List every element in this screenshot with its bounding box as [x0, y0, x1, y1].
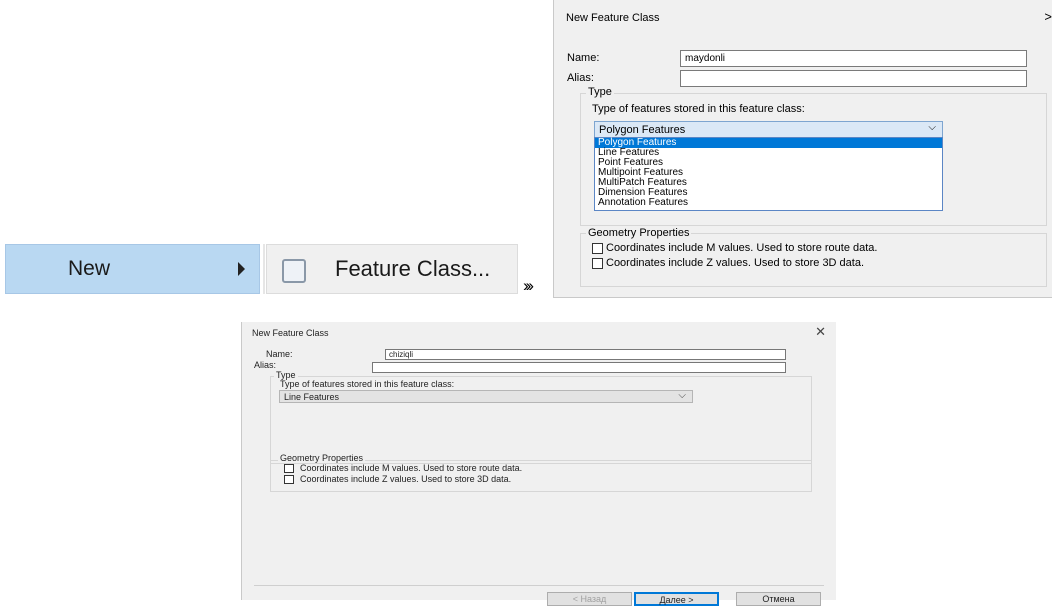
new-feature-class-dialog: New Feature Class > Name: maydonli Alias…: [553, 0, 1052, 298]
footer-divider: [254, 585, 824, 586]
feature-type-select-value: Line Features: [284, 392, 340, 402]
dialog-title: New Feature Class: [566, 12, 660, 24]
m-values-checkbox[interactable]: [592, 243, 603, 254]
arrow-chevrons: ›››: [523, 276, 534, 295]
name-input[interactable]: chiziqli: [385, 349, 786, 360]
type-prompt: Type of features stored in this feature …: [280, 379, 455, 389]
name-input[interactable]: maydonli: [680, 50, 1027, 67]
alias-input[interactable]: [372, 362, 786, 373]
m-values-label: Coordinates include M values. Used to st…: [606, 242, 878, 254]
chevron-down-icon: ⌵: [928, 122, 936, 133]
m-values-checkbox[interactable]: [284, 464, 294, 473]
menu-item-new-label: New: [68, 257, 111, 280]
next-button[interactable]: Далее >: [634, 592, 719, 606]
m-values-label: Coordinates include M values. Used to st…: [300, 463, 523, 473]
alias-input[interactable]: [680, 70, 1027, 87]
type-group-label: Type: [586, 86, 614, 98]
back-button[interactable]: < Назад: [547, 592, 632, 606]
dropdown-option-annotation[interactable]: Annotation Features: [595, 198, 942, 208]
feature-type-select-value: Polygon Features: [599, 124, 686, 136]
close-icon[interactable]: >: [1044, 9, 1052, 24]
cancel-button[interactable]: Отмена: [736, 592, 821, 606]
alias-label: Alias:: [567, 72, 594, 84]
feature-type-select[interactable]: Line Features ⌵: [279, 390, 693, 403]
feature-type-select[interactable]: Polygon Features ⌵: [594, 121, 943, 138]
new-feature-class-dialog-2: New Feature Class ✕ Name: chiziqli Alias…: [241, 322, 836, 606]
z-values-label: Coordinates include Z values. Used to st…: [606, 257, 865, 269]
menu-item-feature-class[interactable]: Feature Class...: [266, 244, 518, 294]
name-label: Name:: [266, 349, 293, 359]
close-icon[interactable]: ✕: [815, 324, 826, 340]
dialog-title: New Feature Class: [252, 328, 329, 338]
menu-separator: [263, 244, 265, 294]
z-values-checkbox[interactable]: [284, 475, 294, 484]
type-prompt: Type of features stored in this feature …: [592, 103, 805, 115]
chevron-down-icon: ⌵: [678, 390, 686, 401]
feature-type-dropdown: Polygon Features Line Features Point Fea…: [594, 137, 943, 211]
menu-item-feature-class-label: Feature Class...: [335, 256, 491, 281]
name-label: Name:: [567, 52, 600, 64]
alias-label: Alias:: [254, 360, 277, 370]
submenu-arrow-icon: [238, 262, 245, 276]
geometry-group-label: Geometry Properties: [586, 227, 692, 239]
z-values-label: Coordinates include Z values. Used to st…: [300, 474, 512, 484]
menu-item-new[interactable]: New: [5, 244, 260, 294]
feature-class-icon: [282, 259, 306, 283]
z-values-checkbox[interactable]: [592, 258, 603, 269]
geometry-group-label: Geometry Properties: [278, 453, 366, 463]
